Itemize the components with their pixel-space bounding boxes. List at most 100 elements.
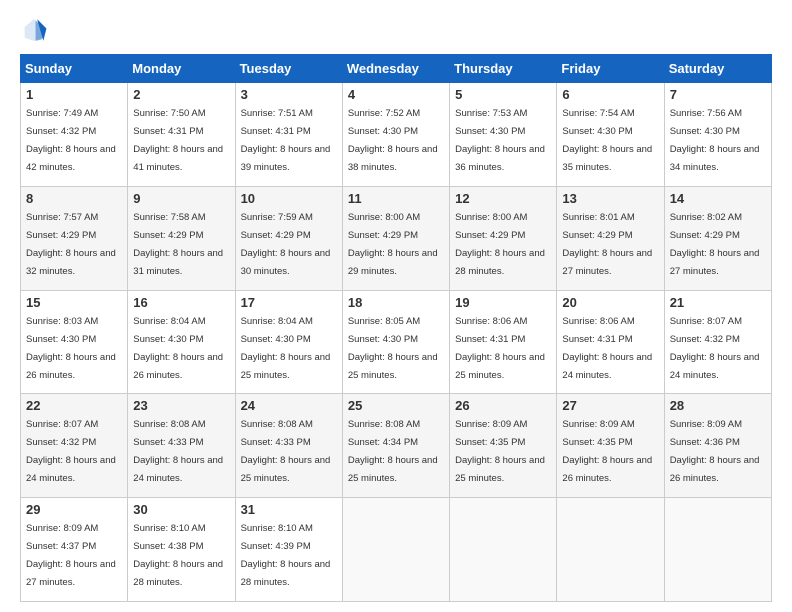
day-number: 28 — [670, 398, 766, 413]
calendar-body: 1 Sunrise: 7:49 AMSunset: 4:32 PMDaylight… — [21, 83, 772, 602]
day-number: 8 — [26, 191, 122, 206]
day-number: 31 — [241, 502, 337, 517]
day-info: Sunrise: 8:06 AMSunset: 4:31 PMDaylight:… — [562, 316, 652, 381]
weekday-header-sunday: Sunday — [21, 55, 128, 83]
page: SundayMondayTuesdayWednesdayThursdayFrid… — [0, 0, 792, 612]
calendar-cell: 13 Sunrise: 8:01 AMSunset: 4:29 PMDayligh… — [557, 186, 664, 290]
calendar-cell — [557, 498, 664, 602]
day-number: 1 — [26, 87, 122, 102]
calendar-cell: 26 Sunrise: 8:09 AMSunset: 4:35 PMDayligh… — [450, 394, 557, 498]
calendar-cell: 6Sunrise: 7:54 AMSunset: 4:30 PMDaylight… — [557, 83, 664, 187]
day-info: Sunrise: 8:03 AMSunset: 4:30 PMDaylight:… — [26, 316, 116, 381]
calendar-cell: 16 Sunrise: 8:04 AMSunset: 4:30 PMDayligh… — [128, 290, 235, 394]
weekday-header-thursday: Thursday — [450, 55, 557, 83]
general-blue-icon — [20, 16, 48, 44]
calendar-cell: 31Sunrise: 8:10 AMSunset: 4:39 PMDayligh… — [235, 498, 342, 602]
day-number: 22 — [26, 398, 122, 413]
calendar-week-3: 15 Sunrise: 8:03 AMSunset: 4:30 PMDayligh… — [21, 290, 772, 394]
calendar-week-4: 22 Sunrise: 8:07 AMSunset: 4:32 PMDayligh… — [21, 394, 772, 498]
calendar-cell: 28 Sunrise: 8:09 AMSunset: 4:36 PMDayligh… — [664, 394, 771, 498]
weekday-header-saturday: Saturday — [664, 55, 771, 83]
weekday-header-friday: Friday — [557, 55, 664, 83]
day-info: Sunrise: 8:04 AMSunset: 4:30 PMDaylight:… — [241, 316, 331, 381]
calendar-week-2: 8 Sunrise: 7:57 AMSunset: 4:29 PMDaylight… — [21, 186, 772, 290]
day-number: 4 — [348, 87, 444, 102]
day-number: 7 — [670, 87, 766, 102]
day-info: Sunrise: 8:06 AMSunset: 4:31 PMDaylight:… — [455, 316, 545, 381]
day-number: 18 — [348, 295, 444, 310]
day-info: Sunrise: 8:08 AMSunset: 4:33 PMDaylight:… — [241, 419, 331, 484]
calendar-cell: 1 Sunrise: 7:49 AMSunset: 4:32 PMDaylight… — [21, 83, 128, 187]
logo — [20, 16, 52, 44]
day-info: Sunrise: 7:56 AMSunset: 4:30 PMDaylight:… — [670, 108, 760, 173]
day-info: Sunrise: 8:04 AMSunset: 4:30 PMDaylight:… — [133, 316, 223, 381]
day-number: 21 — [670, 295, 766, 310]
calendar-cell: 3Sunrise: 7:51 AMSunset: 4:31 PMDaylight… — [235, 83, 342, 187]
calendar-header: SundayMondayTuesdayWednesdayThursdayFrid… — [21, 55, 772, 83]
calendar-cell: 20Sunrise: 8:06 AMSunset: 4:31 PMDayligh… — [557, 290, 664, 394]
calendar-cell: 2 Sunrise: 7:50 AMSunset: 4:31 PMDaylight… — [128, 83, 235, 187]
day-info: Sunrise: 8:02 AMSunset: 4:29 PMDaylight:… — [670, 212, 760, 277]
day-info: Sunrise: 7:57 AMSunset: 4:29 PMDaylight:… — [26, 212, 116, 277]
day-info: Sunrise: 8:00 AMSunset: 4:29 PMDaylight:… — [348, 212, 438, 277]
header — [20, 16, 772, 44]
day-info: Sunrise: 8:08 AMSunset: 4:33 PMDaylight:… — [133, 419, 223, 484]
day-info: Sunrise: 7:54 AMSunset: 4:30 PMDaylight:… — [562, 108, 652, 173]
day-number: 11 — [348, 191, 444, 206]
calendar-cell: 25Sunrise: 8:08 AMSunset: 4:34 PMDayligh… — [342, 394, 449, 498]
calendar-cell: 18Sunrise: 8:05 AMSunset: 4:30 PMDayligh… — [342, 290, 449, 394]
calendar-cell: 4 Sunrise: 7:52 AMSunset: 4:30 PMDaylight… — [342, 83, 449, 187]
calendar-week-1: 1 Sunrise: 7:49 AMSunset: 4:32 PMDaylight… — [21, 83, 772, 187]
day-info: Sunrise: 8:09 AMSunset: 4:36 PMDaylight:… — [670, 419, 760, 484]
day-number: 27 — [562, 398, 658, 413]
day-info: Sunrise: 7:52 AMSunset: 4:30 PMDaylight:… — [348, 108, 438, 173]
day-number: 29 — [26, 502, 122, 517]
day-number: 17 — [241, 295, 337, 310]
day-number: 26 — [455, 398, 551, 413]
calendar-cell: 12Sunrise: 8:00 AMSunset: 4:29 PMDayligh… — [450, 186, 557, 290]
day-info: Sunrise: 8:09 AMSunset: 4:35 PMDaylight:… — [562, 419, 652, 484]
calendar-cell: 14Sunrise: 8:02 AMSunset: 4:29 PMDayligh… — [664, 186, 771, 290]
calendar-cell: 27 Sunrise: 8:09 AMSunset: 4:35 PMDayligh… — [557, 394, 664, 498]
day-number: 24 — [241, 398, 337, 413]
day-info: Sunrise: 8:07 AMSunset: 4:32 PMDaylight:… — [26, 419, 116, 484]
day-number: 10 — [241, 191, 337, 206]
day-number: 9 — [133, 191, 229, 206]
calendar-cell: 21 Sunrise: 8:07 AMSunset: 4:32 PMDayligh… — [664, 290, 771, 394]
calendar-cell: 10 Sunrise: 7:59 AMSunset: 4:29 PMDayligh… — [235, 186, 342, 290]
calendar-cell: 9Sunrise: 7:58 AMSunset: 4:29 PMDaylight… — [128, 186, 235, 290]
day-number: 15 — [26, 295, 122, 310]
day-info: Sunrise: 8:09 AMSunset: 4:37 PMDaylight:… — [26, 523, 116, 588]
day-number: 16 — [133, 295, 229, 310]
calendar-table: SundayMondayTuesdayWednesdayThursdayFrid… — [20, 54, 772, 602]
day-info: Sunrise: 7:50 AMSunset: 4:31 PMDaylight:… — [133, 108, 223, 173]
day-info: Sunrise: 7:49 AMSunset: 4:32 PMDaylight:… — [26, 108, 116, 173]
calendar-cell: 22 Sunrise: 8:07 AMSunset: 4:32 PMDayligh… — [21, 394, 128, 498]
weekday-header-tuesday: Tuesday — [235, 55, 342, 83]
calendar-cell: 24 Sunrise: 8:08 AMSunset: 4:33 PMDayligh… — [235, 394, 342, 498]
calendar-cell — [342, 498, 449, 602]
calendar-cell: 11 Sunrise: 8:00 AMSunset: 4:29 PMDayligh… — [342, 186, 449, 290]
calendar-cell: 19 Sunrise: 8:06 AMSunset: 4:31 PMDayligh… — [450, 290, 557, 394]
calendar-cell: 5Sunrise: 7:53 AMSunset: 4:30 PMDaylight… — [450, 83, 557, 187]
day-number: 2 — [133, 87, 229, 102]
day-info: Sunrise: 8:09 AMSunset: 4:35 PMDaylight:… — [455, 419, 545, 484]
day-info: Sunrise: 8:01 AMSunset: 4:29 PMDaylight:… — [562, 212, 652, 277]
day-number: 5 — [455, 87, 551, 102]
weekday-header-monday: Monday — [128, 55, 235, 83]
day-info: Sunrise: 8:07 AMSunset: 4:32 PMDaylight:… — [670, 316, 760, 381]
calendar-cell: 7 Sunrise: 7:56 AMSunset: 4:30 PMDaylight… — [664, 83, 771, 187]
day-number: 12 — [455, 191, 551, 206]
calendar-cell: 17 Sunrise: 8:04 AMSunset: 4:30 PMDayligh… — [235, 290, 342, 394]
day-info: Sunrise: 8:08 AMSunset: 4:34 PMDaylight:… — [348, 419, 438, 484]
calendar-cell: 29 Sunrise: 8:09 AMSunset: 4:37 PMDayligh… — [21, 498, 128, 602]
calendar-cell — [664, 498, 771, 602]
calendar-cell: 8 Sunrise: 7:57 AMSunset: 4:29 PMDaylight… — [21, 186, 128, 290]
day-info: Sunrise: 7:59 AMSunset: 4:29 PMDaylight:… — [241, 212, 331, 277]
day-number: 13 — [562, 191, 658, 206]
day-number: 19 — [455, 295, 551, 310]
day-number: 30 — [133, 502, 229, 517]
calendar-cell — [450, 498, 557, 602]
calendar-cell: 23Sunrise: 8:08 AMSunset: 4:33 PMDayligh… — [128, 394, 235, 498]
calendar-cell: 15 Sunrise: 8:03 AMSunset: 4:30 PMDayligh… — [21, 290, 128, 394]
